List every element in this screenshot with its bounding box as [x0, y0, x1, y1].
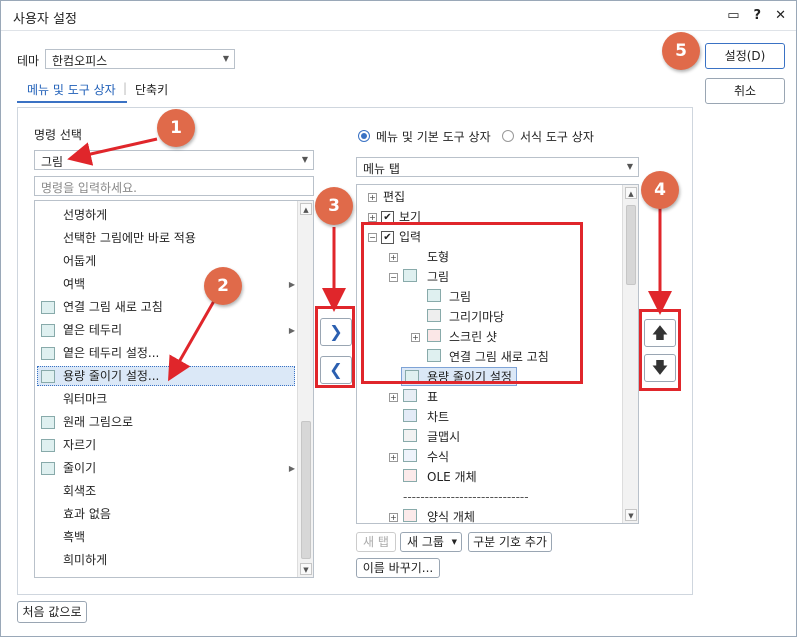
- annotation-arrows: [67, 137, 672, 382]
- step-badge-4: 4: [641, 171, 679, 209]
- step-badge-2: 2: [204, 267, 242, 305]
- arrow-to-selected-item: [168, 300, 216, 382]
- step-badge-1: 1: [157, 109, 195, 147]
- settings-dialog: 사용자 설정 ▭ ? ✕ 테마 한컴오피스 ▼ 메뉴 및 도구 상자 | 단축키…: [0, 0, 797, 637]
- arrow-to-category: [67, 137, 158, 166]
- step-badge-3: 3: [315, 187, 353, 225]
- step-badge-5: 5: [662, 32, 700, 70]
